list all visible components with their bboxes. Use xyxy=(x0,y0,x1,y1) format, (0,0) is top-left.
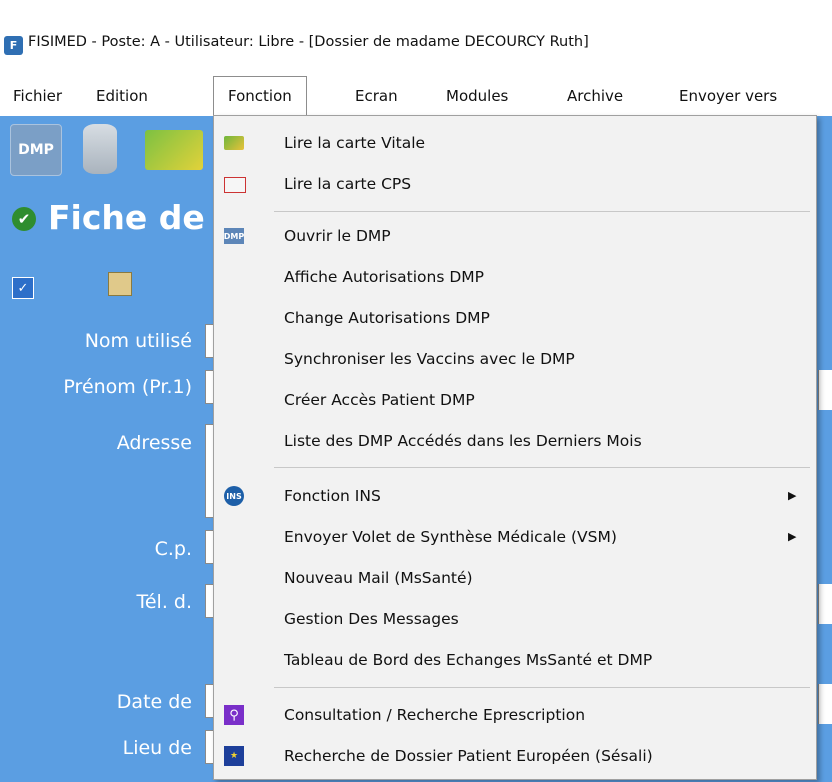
fonction-dropdown-menu: Lire la carte Vitale Lire la carte CPS D… xyxy=(213,115,817,780)
dmp-icon: DMP xyxy=(224,228,244,244)
page-title: Fiche de xyxy=(48,198,205,237)
menu-separator xyxy=(274,467,810,468)
menu-item-synchroniser-vaccins[interactable]: Synchroniser les Vaccins avec le DMP xyxy=(214,340,816,378)
menu-ecran[interactable]: Ecran xyxy=(355,76,398,116)
eu-flag-icon: ★ xyxy=(224,746,244,766)
menu-archive[interactable]: Archive xyxy=(567,76,623,116)
label-prenom: Prénom (Pr.1) xyxy=(63,376,192,398)
menu-item-ouvrir-dmp[interactable]: DMP Ouvrir le DMP xyxy=(214,217,816,255)
menu-item-envoyer-vsm[interactable]: Envoyer Volet de Synthèse Médicale (VSM)… xyxy=(214,518,816,556)
label-nom-utilise: Nom utilisé xyxy=(84,330,192,352)
window-title: FISIMED - Poste: A - Utilisateur: Libre … xyxy=(28,34,589,50)
menu-item-fonction-ins[interactable]: INS Fonction INS ▶ xyxy=(214,477,816,515)
menu-separator xyxy=(274,211,810,212)
label-date: Date de xyxy=(116,691,192,713)
submenu-arrow-icon: ▶ xyxy=(788,489,797,502)
cps-card-icon xyxy=(224,177,246,193)
menu-item-tableau-de-bord[interactable]: Tableau de Bord des Echanges MsSanté et … xyxy=(214,641,816,679)
vitale-card-icon xyxy=(224,136,244,150)
label-lieu: Lieu de xyxy=(122,737,192,759)
menu-item-liste-dmp-accedes[interactable]: Liste des DMP Accédés dans les Derniers … xyxy=(214,422,816,460)
menu-item-recherche-dossier-europeen[interactable]: ★ Recherche de Dossier Patient Européen … xyxy=(214,737,816,775)
menu-item-lire-carte-vitale[interactable]: Lire la carte Vitale xyxy=(214,124,816,162)
label-cp: C.p. xyxy=(154,538,192,560)
menu-item-affiche-autorisations-dmp[interactable]: Affiche Autorisations DMP xyxy=(214,258,816,296)
label-tel: Tél. d. xyxy=(136,591,192,613)
menu-fichier[interactable]: Fichier xyxy=(13,76,62,116)
menu-bar: Fichier Edition Fonction Ecran Modules A… xyxy=(0,76,832,116)
vitale-card-icon[interactable] xyxy=(145,130,203,170)
app-logo-icon: F xyxy=(4,36,23,55)
field-right-edge xyxy=(818,584,832,624)
menu-item-lire-carte-cps[interactable]: Lire la carte CPS xyxy=(214,165,816,203)
menu-modules[interactable]: Modules xyxy=(446,76,508,116)
menu-item-creer-acces-patient[interactable]: Créer Accès Patient DMP xyxy=(214,381,816,419)
menu-item-change-autorisations-dmp[interactable]: Change Autorisations DMP xyxy=(214,299,816,337)
menu-item-nouveau-mail[interactable]: Nouveau Mail (MsSanté) xyxy=(214,559,816,597)
field-right-edge xyxy=(818,684,832,724)
label-adresse: Adresse xyxy=(116,432,192,454)
submenu-arrow-icon: ▶ xyxy=(788,530,797,543)
ins-icon: INS xyxy=(224,486,244,506)
field-right-edge xyxy=(818,370,832,410)
menu-edition[interactable]: Edition xyxy=(96,76,148,116)
database-icon[interactable] xyxy=(83,124,117,174)
title-bar: F FISIMED - Poste: A - Utilisateur: Libr… xyxy=(0,0,832,70)
menu-fonction[interactable]: Fonction xyxy=(213,76,307,116)
menu-item-consultation-eprescription[interactable]: ⚲ Consultation / Recherche Eprescription xyxy=(214,696,816,734)
menu-envoyer-vers[interactable]: Envoyer vers xyxy=(679,76,777,116)
menu-separator xyxy=(274,687,810,688)
checkbox[interactable]: ✓ xyxy=(12,277,34,299)
menu-item-gestion-messages[interactable]: Gestion Des Messages xyxy=(214,600,816,638)
search-icon: ⚲ xyxy=(224,705,244,725)
dmp-toolbar-button[interactable]: DMP xyxy=(10,124,62,176)
edit-icon[interactable] xyxy=(108,272,132,296)
